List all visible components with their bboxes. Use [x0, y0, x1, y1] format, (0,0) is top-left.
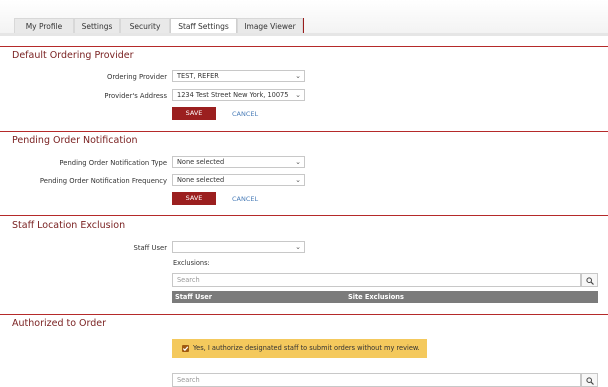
chevron-down-icon: ⌄ — [295, 243, 301, 251]
tab-bar: My Profile Settings Security Staff Setti… — [0, 0, 608, 36]
search-button[interactable] — [581, 273, 598, 287]
section-title-staff-location: Staff Location Exclusion — [12, 220, 126, 231]
notification-frequency-label: Pending Order Notification Frequency — [39, 177, 167, 185]
section-title-authorized: Authorized to Order — [12, 318, 107, 329]
provider-address-select[interactable]: 1234 Test Street New York, 10075 ⌄ — [172, 89, 305, 101]
column-header-staff-user: Staff User — [175, 293, 212, 301]
ordering-provider-label: Ordering Provider — [107, 73, 167, 81]
section-title-pending-notification: Pending Order Notification — [12, 135, 138, 146]
section-rule — [0, 46, 608, 47]
authorized-search-input[interactable]: Search — [172, 373, 581, 387]
staff-user-label: Staff User — [133, 244, 167, 252]
provider-address-value: 1234 Test Street New York, 10075 — [177, 91, 289, 99]
save-button[interactable]: SAVE — [172, 107, 216, 120]
notification-type-select[interactable]: None selected ⌄ — [172, 156, 305, 168]
search-placeholder: Search — [177, 376, 200, 384]
tab-divider — [303, 18, 304, 34]
search-icon — [586, 277, 594, 285]
provider-address-label: Provider's Address — [104, 92, 167, 100]
authorize-checkbox-row[interactable]: Yes, I authorize designated staff to sub… — [172, 339, 427, 358]
authorize-checkbox[interactable] — [182, 345, 189, 352]
notification-type-value: None selected — [177, 158, 225, 166]
staff-user-select[interactable]: ⌄ — [172, 241, 305, 253]
save-button[interactable]: SAVE — [172, 192, 216, 205]
cancel-button[interactable]: CANCEL — [232, 195, 258, 203]
chevron-down-icon: ⌄ — [295, 91, 301, 99]
section-rule — [0, 314, 608, 315]
exclusions-label: Exclusions: — [173, 259, 210, 267]
tab-my-profile[interactable]: My Profile — [14, 18, 74, 34]
section-rule — [0, 131, 608, 132]
notification-frequency-select[interactable]: None selected ⌄ — [172, 174, 305, 186]
ordering-provider-select[interactable]: TEST, REFER ⌄ — [172, 70, 305, 82]
cancel-button[interactable]: CANCEL — [232, 110, 258, 118]
notification-frequency-value: None selected — [177, 176, 225, 184]
notification-type-label: Pending Order Notification Type — [59, 159, 167, 167]
section-title-default-provider: Default Ordering Provider — [12, 50, 134, 61]
search-icon — [586, 377, 594, 385]
tab-bar-base — [0, 33, 608, 36]
section-rule — [0, 215, 608, 216]
tab-settings[interactable]: Settings — [74, 18, 120, 34]
chevron-down-icon: ⌄ — [295, 72, 301, 80]
chevron-down-icon: ⌄ — [295, 176, 301, 184]
exclusions-table-header: Staff User Site Exclusions — [172, 291, 598, 303]
search-placeholder: Search — [177, 276, 200, 284]
tab-image-viewer[interactable]: Image Viewer — [237, 18, 303, 34]
tab-security[interactable]: Security — [120, 18, 170, 34]
checkmark-icon — [182, 346, 189, 352]
ordering-provider-value: TEST, REFER — [177, 72, 219, 80]
chevron-down-icon: ⌄ — [295, 158, 301, 166]
exclusions-search-input[interactable]: Search — [172, 273, 581, 287]
search-button[interactable] — [581, 373, 598, 387]
column-header-site-exclusions: Site Exclusions — [348, 293, 404, 301]
authorize-text: Yes, I authorize designated staff to sub… — [193, 344, 420, 352]
